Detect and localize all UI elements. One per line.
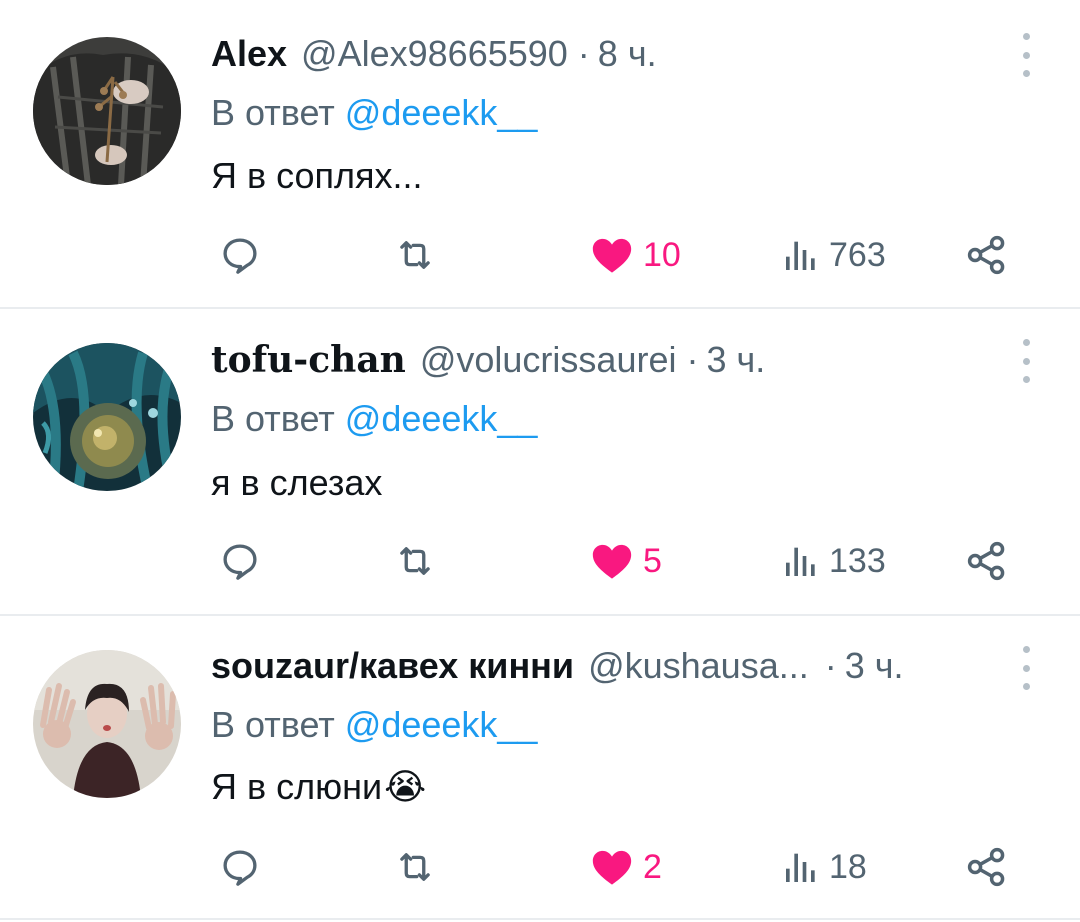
speech-bubble-icon bbox=[223, 850, 257, 886]
tweet[interactable]: Alex @Alex98665590 · 8 ч. В ответ @deeek… bbox=[0, 0, 1080, 308]
action-bar: 2 18 bbox=[211, 842, 1031, 892]
separator: · bbox=[686, 339, 699, 380]
more-options-icon[interactable] bbox=[1012, 33, 1040, 77]
display-name[interactable]: tofu-chan bbox=[211, 339, 406, 381]
view-count: 18 bbox=[829, 847, 867, 886]
like-count: 10 bbox=[643, 235, 681, 274]
tweet-text-content: я в слезах bbox=[211, 462, 383, 503]
more-options-icon[interactable] bbox=[1012, 339, 1040, 383]
tweet-text: я в слезах bbox=[211, 462, 382, 504]
crying-face-emoji: 😭 bbox=[384, 766, 427, 807]
reply-context: В ответ @deeekk__ bbox=[211, 704, 537, 746]
view-count: 133 bbox=[829, 541, 886, 580]
view-count: 763 bbox=[829, 235, 886, 274]
display-name[interactable]: souzaur/кавех кинни bbox=[211, 645, 574, 687]
heart-filled-icon bbox=[592, 850, 632, 885]
mention-link[interactable]: @deeekk__ bbox=[345, 704, 538, 745]
views-button[interactable]: 763 bbox=[781, 230, 886, 280]
share-button[interactable] bbox=[965, 842, 1009, 892]
like-button[interactable]: 10 bbox=[589, 230, 681, 280]
tweet[interactable]: souzaur/кавех кинни @kushausa... · 3 ч. … bbox=[0, 616, 1080, 922]
timestamp[interactable]: 3 ч. bbox=[845, 645, 904, 687]
share-button[interactable] bbox=[965, 536, 1009, 586]
bar-chart-icon bbox=[786, 241, 815, 270]
avatar[interactable] bbox=[33, 343, 181, 491]
share-nodes-icon bbox=[967, 541, 1005, 581]
display-name[interactable]: Alex bbox=[211, 33, 287, 75]
retweet-button[interactable] bbox=[394, 230, 436, 280]
retweet-arrows-icon bbox=[400, 547, 430, 575]
user-handle[interactable]: @volucrissaurei bbox=[420, 339, 677, 381]
timestamp[interactable]: 8 ч. bbox=[598, 33, 657, 75]
tweet-text-content: Я в слюни bbox=[211, 766, 383, 807]
reply-prefix: В ответ bbox=[211, 704, 345, 745]
share-nodes-icon bbox=[967, 235, 1005, 275]
like-button[interactable]: 5 bbox=[589, 536, 662, 586]
heart-filled-icon bbox=[592, 544, 632, 579]
speech-bubble-icon bbox=[223, 238, 257, 274]
mention-link[interactable]: @deeekk__ bbox=[345, 398, 538, 439]
retweet-arrows-icon bbox=[400, 241, 430, 269]
reply-context: В ответ @deeekk__ bbox=[211, 92, 537, 134]
like-count: 5 bbox=[643, 541, 662, 580]
heart-filled-icon bbox=[592, 238, 632, 273]
reply-context: В ответ @deeekk__ bbox=[211, 398, 537, 440]
retweet-button[interactable] bbox=[394, 536, 436, 586]
user-handle[interactable]: @Alex98665590 bbox=[301, 33, 568, 75]
separator: · bbox=[824, 645, 837, 686]
tweet-text-content: Я в соплях... bbox=[211, 155, 423, 196]
retweet-button[interactable] bbox=[394, 842, 436, 892]
more-options-icon[interactable] bbox=[1012, 646, 1040, 690]
tweet-text: Я в соплях... bbox=[211, 155, 423, 197]
bar-chart-icon bbox=[786, 547, 815, 576]
reply-button[interactable] bbox=[219, 842, 261, 892]
speech-bubble-icon bbox=[223, 544, 257, 580]
user-handle[interactable]: @kushausa... bbox=[588, 645, 809, 687]
avatar[interactable] bbox=[33, 37, 181, 185]
divider bbox=[0, 918, 1080, 920]
avatar[interactable] bbox=[33, 650, 181, 798]
views-button[interactable]: 18 bbox=[781, 842, 867, 892]
reply-prefix: В ответ bbox=[211, 92, 345, 133]
action-bar: 10 763 bbox=[211, 230, 1031, 280]
reply-button[interactable] bbox=[219, 230, 261, 280]
action-bar: 5 133 bbox=[211, 536, 1031, 586]
share-button[interactable] bbox=[965, 230, 1009, 280]
bar-chart-icon bbox=[786, 853, 815, 882]
retweet-arrows-icon bbox=[400, 853, 430, 881]
reply-prefix: В ответ bbox=[211, 398, 345, 439]
tweet[interactable]: tofu-chan @volucrissaurei · 3 ч. В ответ… bbox=[0, 309, 1080, 614]
share-nodes-icon bbox=[967, 847, 1005, 887]
mention-link[interactable]: @deeekk__ bbox=[345, 92, 538, 133]
reply-button[interactable] bbox=[219, 536, 261, 586]
like-button[interactable]: 2 bbox=[589, 842, 662, 892]
separator: · bbox=[577, 33, 590, 74]
like-count: 2 bbox=[643, 847, 662, 886]
timestamp[interactable]: 3 ч. bbox=[706, 339, 765, 381]
views-button[interactable]: 133 bbox=[781, 536, 886, 586]
tweet-text: Я в слюни 😭 bbox=[211, 766, 426, 808]
